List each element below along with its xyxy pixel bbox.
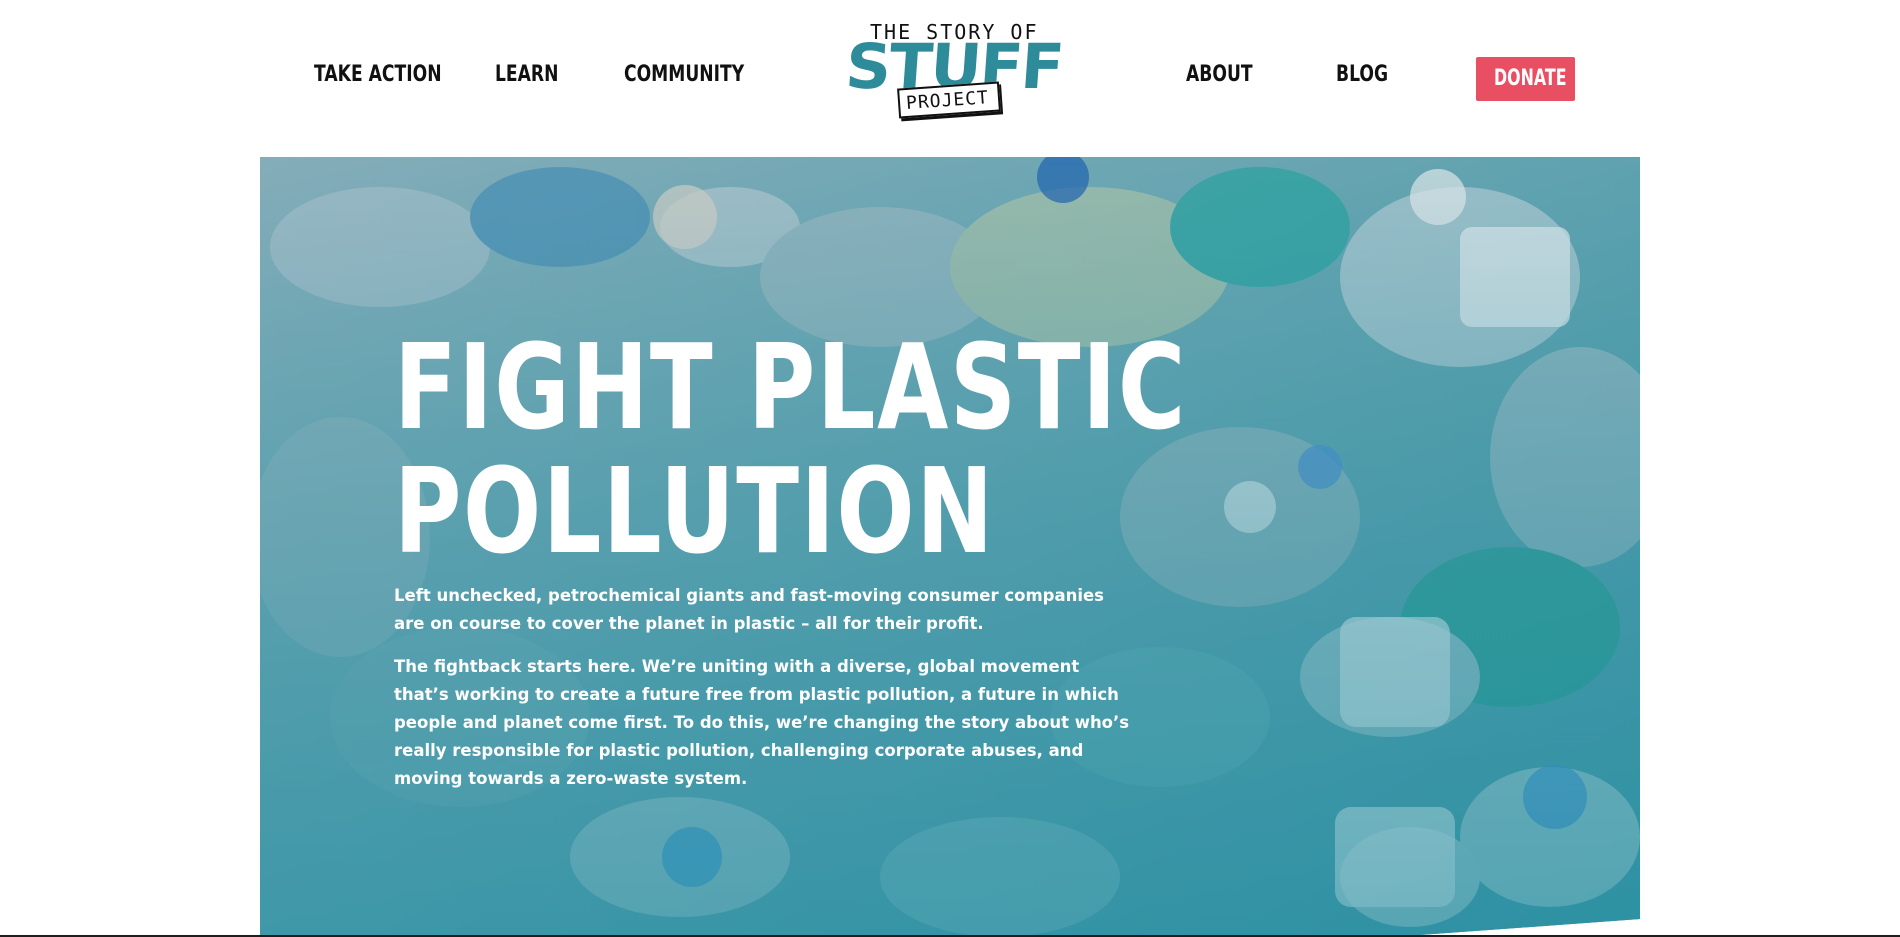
nav-blog[interactable]: BLOG bbox=[1336, 62, 1388, 87]
nav-about[interactable]: ABOUT bbox=[1186, 62, 1253, 87]
site-logo[interactable]: THE STORY OF STUFF PROJECT bbox=[843, 18, 1065, 122]
donate-button[interactable]: DONATE bbox=[1476, 57, 1575, 101]
logo-project-box: PROJECT bbox=[897, 81, 1001, 119]
hero-title-line-1: FIGHT PLASTIC bbox=[394, 318, 1188, 456]
donate-label: DONATE bbox=[1494, 66, 1567, 91]
hero-paragraph-intro: Left unchecked, petrochemical giants and… bbox=[394, 586, 1105, 633]
site-header: TAKE ACTION LEARN COMMUNITY THE STORY OF… bbox=[0, 0, 1900, 157]
nav-take-action[interactable]: TAKE ACTION bbox=[314, 62, 442, 87]
hero-title: FIGHT PLASTIC POLLUTION bbox=[394, 325, 1187, 573]
hero-paragraph-mission: The fightback starts here. We’re uniting… bbox=[394, 657, 1130, 788]
nav-community[interactable]: COMMUNITY bbox=[624, 62, 744, 87]
hero-section: FIGHT PLASTIC POLLUTION Left unchecked, … bbox=[260, 157, 1640, 937]
hero-title-line-2: POLLUTION bbox=[394, 442, 995, 580]
logo-sub-text: PROJECT bbox=[905, 87, 990, 114]
nav-learn[interactable]: LEARN bbox=[495, 62, 559, 87]
